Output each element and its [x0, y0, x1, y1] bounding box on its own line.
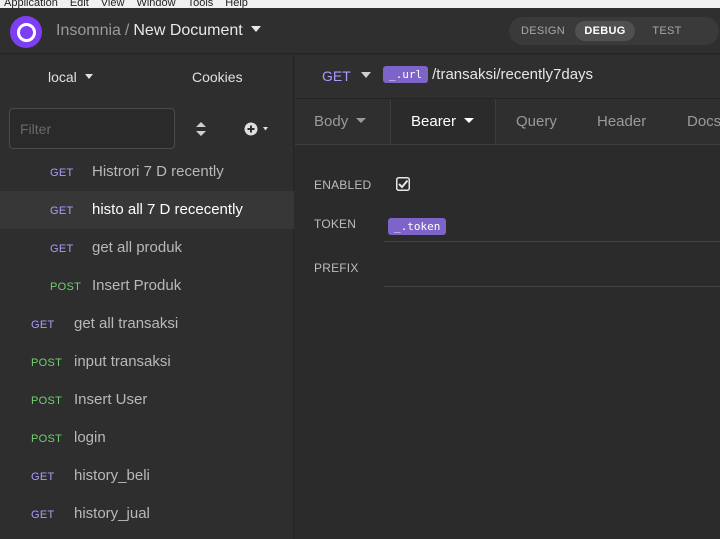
- menu-view[interactable]: View: [101, 0, 125, 8]
- breadcrumb-separator: /: [124, 22, 130, 39]
- add-circle-icon[interactable]: [244, 122, 274, 136]
- request-item[interactable]: GET get all produk: [0, 229, 294, 267]
- request-method: GET: [50, 205, 74, 217]
- request-method: POST: [50, 281, 82, 293]
- breadcrumb-app[interactable]: Insomnia: [56, 22, 121, 39]
- mode-switcher: DESIGN DEBUG TEST: [509, 17, 719, 45]
- menu-window[interactable]: Window: [136, 0, 175, 8]
- request-tabs: Body Bearer Query Header Docs: [295, 99, 720, 145]
- top-bar: Insomnia / New Document DESIGN DEBUG TEST: [0, 8, 720, 54]
- environment-label: local: [48, 69, 77, 85]
- menu-help[interactable]: Help: [225, 0, 248, 8]
- request-item[interactable]: GET Histrori 7 D recently: [0, 153, 294, 191]
- enabled-label: ENABLED: [314, 178, 372, 192]
- mode-design-tab[interactable]: DESIGN: [515, 21, 571, 41]
- chevron-down-icon[interactable]: [250, 25, 261, 32]
- breadcrumb: Insomnia / New Document: [56, 22, 261, 40]
- tab-body[interactable]: Body: [295, 99, 395, 144]
- request-item[interactable]: POST login: [0, 419, 294, 457]
- menu-bar: Application Edit View Window Tools Help: [0, 0, 720, 8]
- request-name: history_beli: [74, 467, 150, 484]
- request-item[interactable]: POST input transaksi: [0, 343, 294, 381]
- token-underline: [384, 241, 720, 242]
- bearer-auth-panel: ENABLED TOKEN _.token PREFIX: [295, 146, 720, 539]
- request-method: POST: [31, 395, 63, 407]
- chevron-down-icon: [84, 73, 93, 79]
- cookies-button[interactable]: Cookies: [192, 69, 243, 85]
- request-name: Insert Produk: [92, 277, 182, 294]
- request-item[interactable]: GET histo all 7 D rececently: [0, 191, 294, 229]
- tab-bearer-label: Bearer: [411, 113, 457, 130]
- method-label: GET: [322, 68, 351, 84]
- environment-row: local Cookies: [0, 55, 294, 100]
- request-method: GET: [31, 319, 55, 331]
- url-variable-tag[interactable]: _.url: [383, 66, 429, 83]
- request-name: get all produk: [92, 239, 183, 256]
- menu-application[interactable]: Application: [4, 0, 58, 8]
- request-method: GET: [50, 167, 74, 179]
- tab-bearer[interactable]: Bearer: [390, 99, 496, 144]
- request-item[interactable]: GET history_beli: [0, 457, 294, 495]
- request-method: POST: [31, 357, 63, 369]
- request-name: get all transaksi: [74, 315, 179, 332]
- method-dropdown[interactable]: GET: [322, 68, 371, 84]
- menu-edit[interactable]: Edit: [70, 0, 89, 8]
- request-item[interactable]: GET history_jual: [0, 495, 294, 533]
- request-name: Histrori 7 D recently: [92, 163, 224, 180]
- request-name: Insert User: [74, 391, 148, 408]
- request-item[interactable]: POST Insert Produk: [0, 267, 294, 305]
- request-name: histo all 7 D rececently: [92, 201, 243, 218]
- url-input[interactable]: _.url/transaksi/recently7days: [383, 66, 593, 84]
- tab-header[interactable]: Header: [597, 99, 646, 144]
- mode-test-tab[interactable]: TEST: [639, 21, 695, 41]
- tab-docs[interactable]: Docs: [687, 99, 720, 144]
- request-method: GET: [50, 243, 74, 255]
- url-path: /transaksi/recently7days: [432, 66, 594, 83]
- request-name: history_jual: [74, 505, 150, 522]
- insomnia-logo-icon[interactable]: [10, 16, 42, 48]
- chevron-down-icon: [464, 117, 475, 123]
- sort-icon[interactable]: [195, 121, 207, 137]
- token-label: TOKEN: [314, 217, 357, 231]
- request-method: POST: [31, 433, 63, 445]
- request-method: GET: [31, 471, 55, 483]
- request-item[interactable]: GET get all transaksi: [0, 305, 294, 343]
- mode-debug-tab[interactable]: DEBUG: [575, 21, 635, 41]
- document-name[interactable]: New Document: [133, 22, 242, 39]
- request-method: GET: [31, 509, 55, 521]
- environment-dropdown[interactable]: local: [48, 69, 93, 85]
- tab-body-label: Body: [314, 113, 349, 130]
- request-item[interactable]: POST Insert User: [0, 381, 294, 419]
- sidebar: local Cookies GETHistrori 7 D recentlyGE…: [0, 55, 294, 539]
- prefix-label: PREFIX: [314, 261, 359, 275]
- url-bar: GET _.url/transaksi/recently7days: [295, 55, 720, 99]
- token-input[interactable]: _.token: [388, 217, 447, 235]
- tab-query[interactable]: Query: [516, 99, 557, 144]
- request-name: login: [74, 429, 106, 446]
- request-name: input transaksi: [74, 353, 171, 370]
- menu-tools[interactable]: Tools: [188, 0, 214, 8]
- prefix-input[interactable]: [384, 286, 720, 287]
- filter-input[interactable]: [9, 108, 175, 149]
- chevron-down-icon: [360, 72, 371, 79]
- token-variable-tag[interactable]: _.token: [388, 218, 447, 235]
- enabled-checkbox[interactable]: [396, 177, 410, 191]
- chevron-down-icon: [356, 117, 367, 123]
